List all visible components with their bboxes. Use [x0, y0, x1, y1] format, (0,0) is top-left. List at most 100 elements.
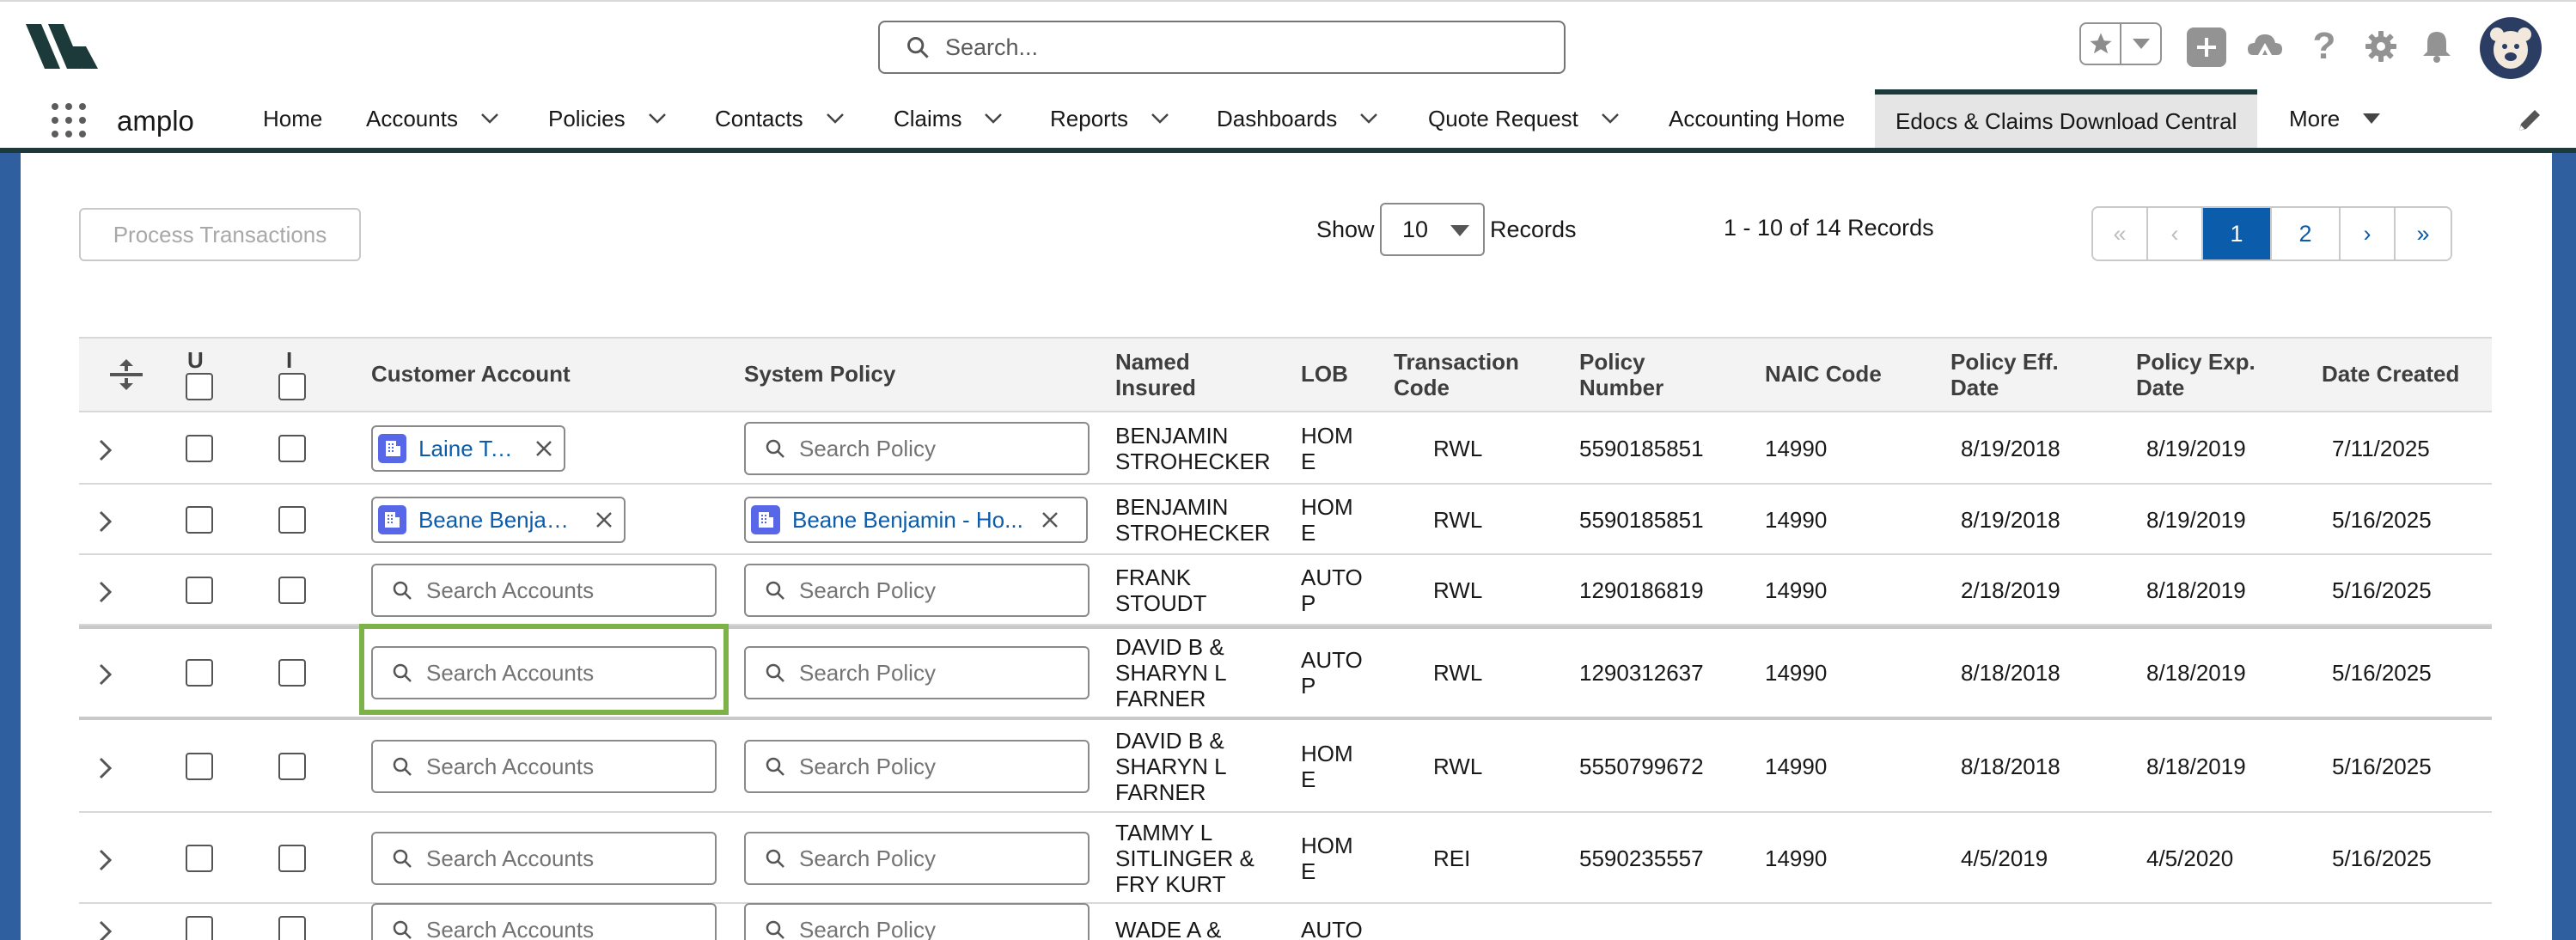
nav-item-edocs-claims-download-central[interactable]: Edocs & Claims Download Central	[1875, 89, 2258, 148]
selected-account-pill[interactable]: Laine Test	[371, 425, 565, 472]
chevron-down-icon[interactable]	[1359, 113, 1378, 125]
account-name[interactable]: Beane Benjamin	[418, 507, 577, 534]
next-page-button[interactable]: ›	[2341, 208, 2396, 259]
column-header-lob[interactable]: LOB	[1301, 361, 1348, 387]
first-page-button[interactable]: «	[2093, 208, 2148, 259]
remove-selection-icon[interactable]	[534, 439, 553, 458]
search-accounts-input[interactable]	[426, 845, 684, 872]
search-accounts-input[interactable]	[426, 753, 684, 780]
chevron-right-icon[interactable]	[98, 848, 113, 872]
chevron-right-icon[interactable]	[98, 510, 113, 534]
column-header-date-created[interactable]: Date Created	[2322, 361, 2459, 387]
chevron-down-icon[interactable]	[1151, 113, 1169, 125]
column-header-policy-exp-date[interactable]: Policy Exp. Date	[2136, 349, 2256, 400]
nav-item-contacts[interactable]: Contacts	[715, 89, 845, 148]
row-i-checkbox[interactable]	[278, 506, 306, 534]
policy-name[interactable]: Beane Benjamin - Ho...	[792, 507, 1023, 534]
row-u-checkbox[interactable]	[186, 435, 213, 462]
account-lookup[interactable]	[371, 740, 717, 793]
row-u-checkbox[interactable]	[186, 916, 213, 940]
account-lookup[interactable]	[371, 564, 717, 617]
expand-all-icon[interactable]	[108, 359, 144, 390]
row-i-checkbox[interactable]	[278, 435, 306, 462]
row-i-checkbox[interactable]	[278, 659, 306, 687]
search-policy-input[interactable]	[799, 659, 1057, 687]
chevron-right-icon[interactable]	[98, 580, 113, 604]
search-policy-input[interactable]	[799, 845, 1057, 872]
search-accounts-input[interactable]	[426, 577, 684, 604]
chevron-right-icon[interactable]	[98, 756, 113, 780]
chevron-right-icon[interactable]	[98, 919, 113, 940]
chevron-right-icon[interactable]	[98, 662, 113, 687]
policy-lookup[interactable]	[744, 740, 1090, 793]
nav-item-accounting-home[interactable]: Accounting Home	[1669, 89, 1845, 148]
page-button-2[interactable]: 2	[2272, 208, 2341, 259]
nav-item-reports[interactable]: Reports	[1050, 89, 1169, 148]
chevron-down-icon[interactable]	[826, 113, 845, 125]
app-launcher-icon[interactable]	[50, 101, 88, 139]
search-policy-input[interactable]	[799, 577, 1057, 604]
page-size-select[interactable]: 10	[1380, 203, 1485, 256]
column-header-policy-number[interactable]: Policy Number	[1579, 349, 1663, 400]
row-u-checkbox[interactable]	[186, 753, 213, 780]
policy-lookup[interactable]	[744, 832, 1090, 885]
account-lookup[interactable]	[371, 832, 717, 885]
account-lookup[interactable]	[371, 903, 717, 940]
chevron-down-icon[interactable]	[648, 113, 667, 125]
nav-item-more[interactable]: More	[2289, 89, 2381, 148]
chevron-down-icon[interactable]	[480, 113, 499, 125]
avatar[interactable]	[2480, 17, 2542, 79]
column-header-customer-account[interactable]: Customer Account	[371, 361, 571, 387]
edit-nav-pencil-icon[interactable]	[2516, 107, 2543, 134]
global-search-input[interactable]	[945, 34, 1529, 61]
trailhead-button[interactable]	[2243, 24, 2287, 69]
row-u-checkbox[interactable]	[186, 506, 213, 534]
selected-account-pill[interactable]: Beane Benjamin	[371, 497, 626, 543]
row-i-checkbox[interactable]	[278, 753, 306, 780]
column-header-policy-eff-date[interactable]: Policy Eff. Date	[1950, 349, 2059, 400]
row-i-checkbox[interactable]	[278, 845, 306, 872]
account-name[interactable]: Laine Test	[418, 436, 517, 462]
search-policy-input[interactable]	[799, 753, 1057, 780]
remove-selection-icon[interactable]	[595, 510, 613, 529]
search-policy-input[interactable]	[799, 916, 1057, 940]
select-all-u-checkbox[interactable]	[186, 373, 213, 400]
row-i-checkbox[interactable]	[278, 577, 306, 604]
nav-item-home[interactable]: Home	[263, 89, 322, 148]
select-all-i-checkbox[interactable]	[278, 373, 306, 400]
row-u-checkbox[interactable]	[186, 577, 213, 604]
column-header-system-policy[interactable]: System Policy	[744, 361, 895, 387]
policy-lookup[interactable]	[744, 903, 1090, 940]
chevron-down-icon[interactable]	[1601, 113, 1620, 125]
column-header-naic-code[interactable]: NAIC Code	[1765, 361, 1882, 387]
selected-policy-pill[interactable]: Beane Benjamin - Ho...	[744, 497, 1088, 543]
previous-page-button[interactable]: ‹	[2148, 208, 2203, 259]
notifications-button[interactable]	[2414, 24, 2459, 69]
search-policy-input[interactable]	[799, 435, 1057, 462]
row-u-checkbox[interactable]	[186, 845, 213, 872]
favorites-button[interactable]	[2081, 24, 2121, 64]
favorites-menu-button[interactable]	[2121, 24, 2160, 64]
nav-item-accounts[interactable]: Accounts	[366, 89, 499, 148]
nav-item-policies[interactable]: Policies	[548, 89, 667, 148]
setup-button[interactable]	[2359, 24, 2403, 69]
help-button[interactable]: ?	[2303, 24, 2346, 69]
process-transactions-button[interactable]: Process Transactions	[79, 208, 361, 261]
row-i-checkbox[interactable]	[278, 916, 306, 940]
global-actions-button[interactable]	[2187, 27, 2226, 67]
global-search[interactable]	[878, 21, 1566, 74]
page-button-1[interactable]: 1	[2203, 208, 2272, 259]
nav-item-claims[interactable]: Claims	[894, 89, 1003, 148]
policy-lookup[interactable]	[744, 646, 1090, 699]
column-header-named-insured[interactable]: Named Insured	[1115, 349, 1196, 400]
chevron-down-icon[interactable]	[984, 113, 1003, 125]
remove-selection-icon[interactable]	[1041, 510, 1059, 529]
policy-lookup[interactable]	[744, 422, 1090, 475]
nav-item-quote-request[interactable]: Quote Request	[1428, 89, 1620, 148]
row-u-checkbox[interactable]	[186, 659, 213, 687]
search-accounts-input[interactable]	[426, 916, 684, 940]
chevron-down-icon[interactable]	[2362, 113, 2381, 125]
chevron-right-icon[interactable]	[98, 438, 113, 462]
brand-logo-icon[interactable]	[26, 21, 98, 72]
nav-item-dashboards[interactable]: Dashboards	[1217, 89, 1378, 148]
